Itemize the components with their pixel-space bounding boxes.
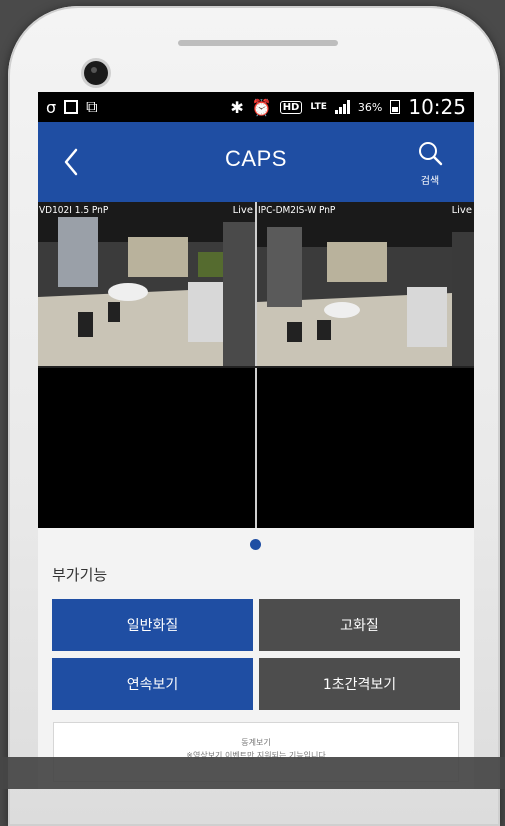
camera-name: VD102I 1.5 PnP bbox=[39, 205, 109, 216]
hd-badge: HD bbox=[279, 100, 303, 114]
camera-live-label: Live bbox=[451, 205, 472, 216]
signal-icon bbox=[334, 100, 350, 114]
front-camera bbox=[84, 61, 108, 85]
earpiece-speaker bbox=[178, 40, 338, 46]
grid-divider-vertical bbox=[255, 202, 257, 528]
camera-feed-image bbox=[257, 202, 474, 366]
camera-grid: VD102I 1.5 PnP Live IPC-DM2IS-W PnP Live bbox=[38, 202, 474, 528]
search-button[interactable]: 검색 bbox=[410, 140, 450, 187]
app-bar: CAPS 검색 bbox=[38, 122, 474, 202]
camera-tile-1[interactable]: VD102I 1.5 PnP Live bbox=[38, 202, 255, 366]
battery-icon bbox=[390, 100, 401, 114]
card-title: 동계보기 bbox=[241, 738, 271, 747]
image-icon bbox=[64, 100, 79, 114]
o-logo-icon: σ bbox=[46, 97, 57, 117]
high-quality-button[interactable]: 고화질 bbox=[259, 599, 460, 651]
lte-indicator: LTE bbox=[310, 101, 327, 112]
grid-divider-horizontal bbox=[38, 366, 474, 368]
normal-quality-button[interactable]: 일반화질 bbox=[52, 599, 253, 651]
one-second-interval-button[interactable]: 1초간격보기 bbox=[259, 658, 460, 710]
camera-tile-3[interactable] bbox=[38, 368, 255, 528]
app-screen: σ ⧉ ✱ ⏰ HD LTE 36% 10:25 CAPS 검색 VD102I … bbox=[38, 92, 474, 789]
camera-tile-2[interactable]: IPC-DM2IS-W PnP Live bbox=[257, 202, 474, 366]
bottom-overlay-bar bbox=[0, 757, 505, 789]
camera-name: IPC-DM2IS-W PnP bbox=[258, 205, 336, 216]
search-icon bbox=[419, 142, 443, 166]
alarm-icon: ⏰ bbox=[251, 97, 272, 117]
app-title: CAPS bbox=[225, 146, 287, 171]
section-title: 부가기능 bbox=[52, 566, 108, 584]
gallery-icon: ⧉ bbox=[86, 97, 98, 116]
camera-tile-4[interactable] bbox=[257, 368, 474, 528]
clock: 10:25 bbox=[408, 95, 466, 119]
search-label: 검색 bbox=[420, 176, 440, 187]
battery-percent: 36% bbox=[357, 100, 383, 114]
camera-feed-image bbox=[38, 202, 255, 366]
camera-live-label: Live bbox=[232, 205, 253, 216]
page-indicator-dot bbox=[250, 539, 261, 550]
status-bar: σ ⧉ ✱ ⏰ HD LTE 36% 10:25 bbox=[38, 92, 474, 122]
bluetooth-icon: ✱ bbox=[230, 97, 244, 117]
continuous-view-button[interactable]: 연속보기 bbox=[52, 658, 253, 710]
